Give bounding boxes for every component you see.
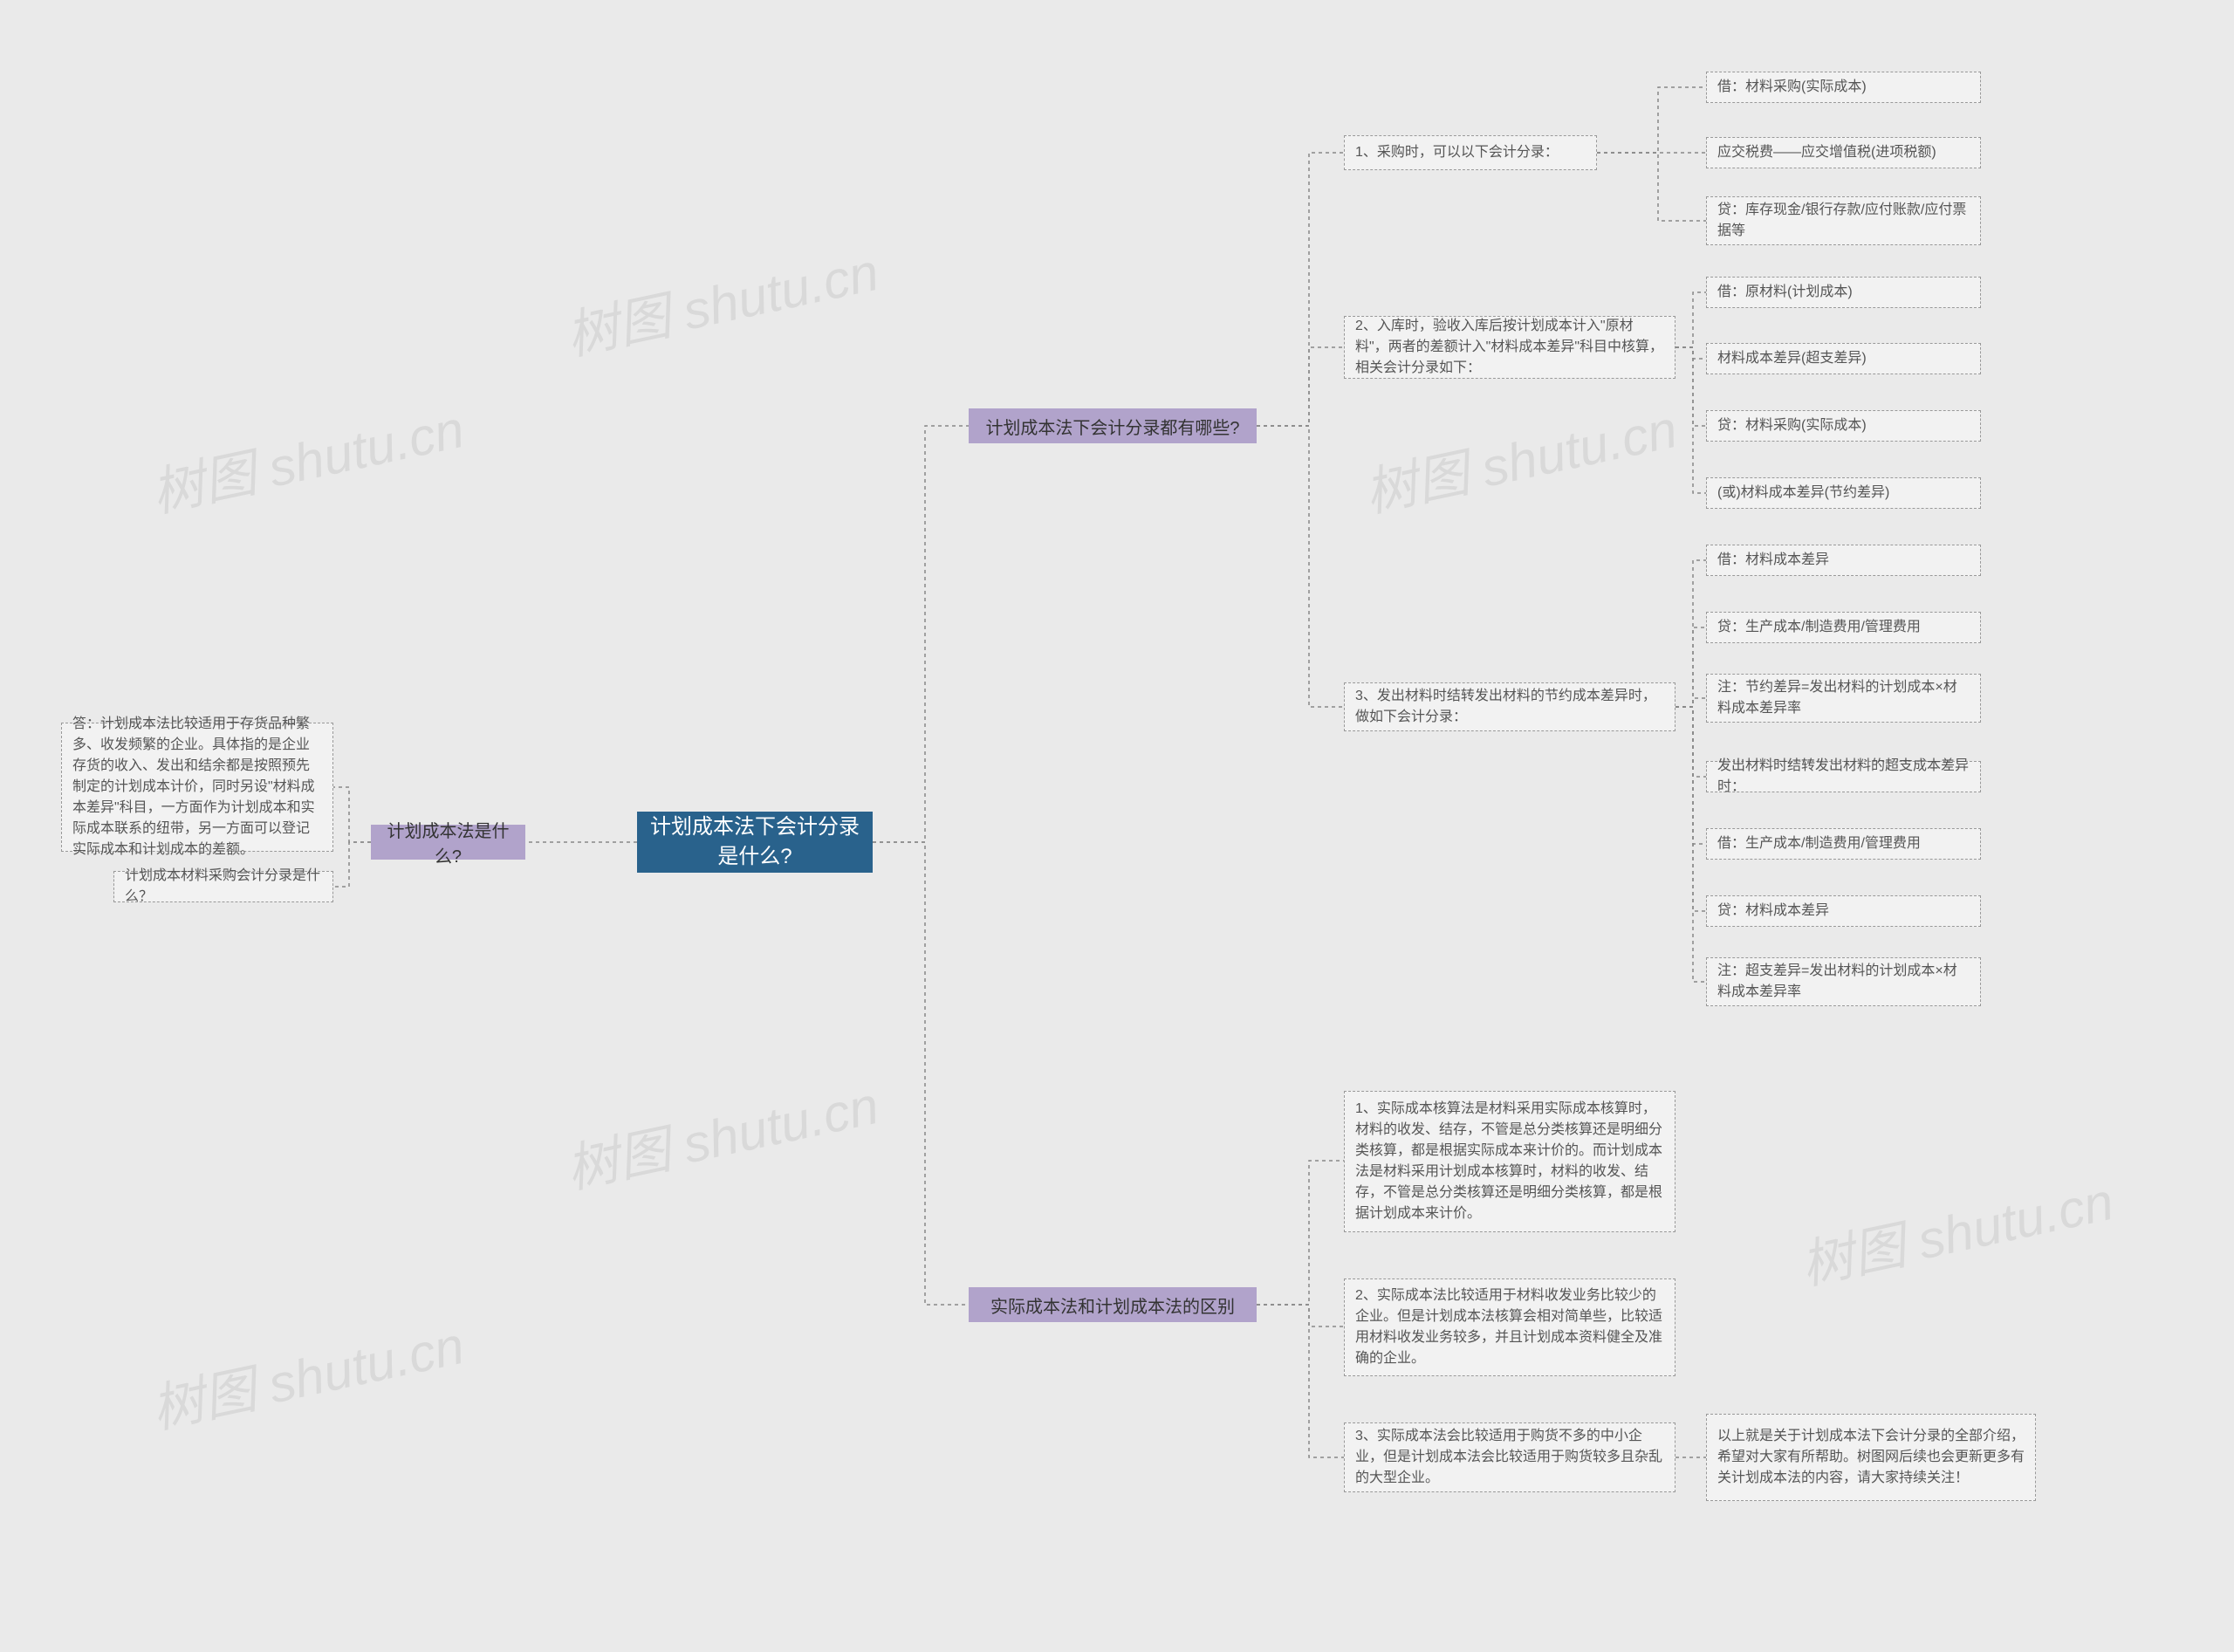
branch-entries[interactable]: 计划成本法下会计分录都有哪些? — [969, 408, 1257, 443]
watermark: 树图 shutu.cn — [1357, 387, 1683, 527]
leaf-b2-s3-l3[interactable]: 注：节约差异=发出材料的计划成本×材料成本差异率 — [1706, 674, 1981, 723]
leaf-b3-l3[interactable]: 3、实际成本法会比较适用于购货不多的中小企业，但是计划成本法会比较适用于购货较多… — [1344, 1422, 1676, 1492]
leaf-b2-s1-l3[interactable]: 贷：库存现金/银行存款/应付账款/应付票据等 — [1706, 196, 1981, 245]
leaf-b2-s3-l2[interactable]: 贷：生产成本/制造费用/管理费用 — [1706, 612, 1981, 643]
leaf-b2-s3-l4[interactable]: 发出材料时结转发出材料的超支成本差异时： — [1706, 761, 1981, 792]
watermark: 树图 shutu.cn — [144, 387, 470, 527]
branch-what-is[interactable]: 计划成本法是什么? — [371, 825, 525, 860]
leaf-b1-l1[interactable]: 答：计划成本法比较适用于存货品种繁多、收发频繁的企业。具体指的是企业存货的收入、… — [61, 723, 333, 852]
leaf-b3-l3-sub[interactable]: 以上就是关于计划成本法下会计分录的全部介绍，希望对大家有所帮助。树图网后续也会更… — [1706, 1414, 2036, 1501]
watermark: 树图 shutu.cn — [558, 230, 885, 370]
leaf-b2-s3-l1[interactable]: 借：材料成本差异 — [1706, 545, 1981, 576]
leaf-b2-s3-l6[interactable]: 贷：材料成本差异 — [1706, 895, 1981, 927]
connector-lines — [0, 0, 2234, 1652]
watermark: 树图 shutu.cn — [1793, 1159, 2120, 1299]
leaf-b3-l1[interactable]: 1、实际成本核算法是材料采用实际成本核算时，材料的收发、结存，不管是总分类核算还… — [1344, 1091, 1676, 1232]
leaf-b3-l2[interactable]: 2、实际成本法比较适用于材料收发业务比较少的企业。但是计划成本法核算会相对简单些… — [1344, 1278, 1676, 1376]
root-node[interactable]: 计划成本法下会计分录是什么? — [637, 812, 873, 873]
leaf-b2-s2-l4[interactable]: (或)材料成本差异(节约差异) — [1706, 477, 1981, 509]
leaf-b2-s3[interactable]: 3、发出材料时结转发出材料的节约成本差异时，做如下会计分录： — [1344, 682, 1676, 731]
leaf-b2-s2-l3[interactable]: 贷：材料采购(实际成本) — [1706, 410, 1981, 442]
watermark: 树图 shutu.cn — [144, 1303, 470, 1443]
leaf-b2-s2-l1[interactable]: 借：原材料(计划成本) — [1706, 277, 1981, 308]
leaf-b2-s2[interactable]: 2、入库时，验收入库后按计划成本计入"原材料"，两者的差额计入"材料成本差异"科… — [1344, 316, 1676, 379]
leaf-b2-s2-l2[interactable]: 材料成本差异(超支差异) — [1706, 343, 1981, 374]
leaf-b2-s1[interactable]: 1、采购时，可以以下会计分录： — [1344, 135, 1597, 170]
leaf-b2-s1-l2[interactable]: 应交税费——应交增值税(进项税额) — [1706, 137, 1981, 168]
leaf-b1-l2[interactable]: 计划成本材料采购会计分录是什么？ — [113, 871, 333, 902]
leaf-b2-s3-l5[interactable]: 借：生产成本/制造费用/管理费用 — [1706, 828, 1981, 860]
branch-diff[interactable]: 实际成本法和计划成本法的区别 — [969, 1287, 1257, 1322]
watermark: 树图 shutu.cn — [558, 1063, 885, 1203]
leaf-b2-s1-l1[interactable]: 借：材料采购(实际成本) — [1706, 72, 1981, 103]
leaf-b2-s3-l7[interactable]: 注：超支差异=发出材料的计划成本×材料成本差异率 — [1706, 957, 1981, 1006]
